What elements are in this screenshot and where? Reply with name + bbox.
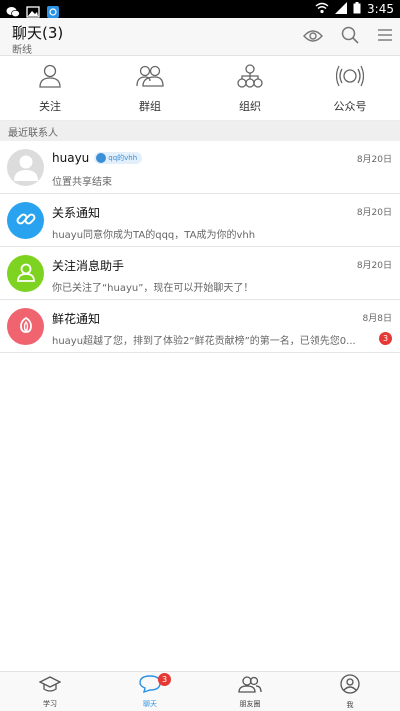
conversation-date: 8月8日 (362, 314, 392, 324)
profile-icon (339, 673, 361, 698)
conversation-name: 鲜花通知 (52, 312, 101, 326)
tab-moments[interactable]: 朋友圈 (200, 672, 300, 711)
connection-status: 断线 (12, 45, 32, 56)
conversation-row[interactable]: 关系通知 8月20日 huayu同意你成为TA的qqq，TA成为你的vhh (0, 194, 400, 247)
quicknav-label: 组织 (239, 99, 261, 113)
menu-button[interactable] (374, 26, 396, 48)
conversation-preview: huayu同意你成为TA的qqq，TA成为你的vhh (52, 230, 256, 241)
avatar (7, 202, 44, 239)
graduation-cap-icon (38, 675, 62, 697)
conversation-list: huayu qq的vhh 8月20日 位置共享结束 关系通知 8月20日 hua… (0, 141, 400, 353)
status-bar: 3:45 (0, 0, 400, 18)
friends-icon (238, 675, 262, 697)
conversation-name: 关注消息助手 (52, 259, 125, 273)
wechat-icon (6, 3, 20, 18)
tab-me[interactable]: 我 (300, 672, 400, 711)
search-icon (341, 26, 359, 48)
conversation-date: 8月20日 (356, 155, 392, 165)
avatar (7, 149, 44, 186)
page-title: 聊天(3) (12, 24, 64, 42)
conversation-preview: 位置共享结束 (52, 177, 112, 188)
signal-icon (335, 1, 348, 17)
tab-label: 朋友圈 (239, 699, 261, 708)
conversation-name: huayu qq的vhh (52, 151, 143, 165)
battery-icon (353, 1, 361, 17)
tab-label: 我 (346, 700, 354, 709)
app-header: 聊天(3) 断线 (0, 18, 400, 56)
app-notification-icon (46, 3, 60, 18)
relation-tag: qq的vhh (94, 152, 143, 164)
eye-icon (303, 28, 323, 47)
conversation-row[interactable]: huayu qq的vhh 8月20日 位置共享结束 (0, 141, 400, 194)
verified-icon (96, 153, 107, 163)
conversation-preview: huayu超越了您，排到了体验2“鲜花贡献榜”的第一名，已领先您0... (52, 336, 356, 347)
link-icon (16, 209, 36, 233)
quicknav-official-accounts[interactable]: 公众号 (300, 57, 400, 120)
quicknav-organization[interactable]: 组织 (200, 57, 300, 120)
quicknav-follow[interactable]: 关注 (0, 57, 100, 120)
quicknav-label: 群组 (139, 99, 161, 113)
conversation-preview: 你已关注了“huayu”，现在可以开始聊天了！ (52, 283, 254, 294)
conversation-name: 关系通知 (52, 206, 101, 220)
section-label: 最近联系人 (0, 121, 400, 141)
tab-chat[interactable]: 聊天 3 (100, 672, 200, 711)
wifi-icon (315, 2, 329, 17)
quick-nav: 关注 群组 组织 公众号 (0, 57, 400, 121)
quicknav-label: 关注 (39, 99, 61, 113)
eye-button[interactable] (302, 26, 324, 48)
contact-name: huayu (52, 151, 90, 165)
unread-badge: 3 (379, 332, 392, 345)
person-icon (16, 262, 36, 286)
tab-label: 聊天 (143, 699, 157, 708)
avatar (7, 308, 44, 345)
tab-unread-badge: 3 (158, 673, 171, 686)
conversation-date: 8月20日 (356, 208, 392, 218)
group-icon (136, 64, 164, 92)
flower-icon (16, 315, 36, 339)
relation-tag-label: qq的vhh (108, 154, 138, 162)
default-avatar-icon (11, 151, 41, 185)
org-icon (237, 63, 263, 92)
avatar (7, 255, 44, 292)
tab-label: 学习 (43, 699, 57, 708)
search-button[interactable] (339, 26, 361, 48)
quicknav-label: 公众号 (333, 99, 367, 113)
broadcast-icon (335, 64, 365, 92)
status-time: 3:45 (367, 2, 394, 16)
conversation-row[interactable]: 关注消息助手 8月20日 你已关注了“huayu”，现在可以开始聊天了！ (0, 247, 400, 300)
quicknav-groups[interactable]: 群组 (100, 57, 200, 120)
conversation-date: 8月20日 (356, 261, 392, 271)
menu-icon (377, 27, 393, 47)
person-icon (39, 64, 61, 92)
bottom-tab-bar: 学习 聊天 3 朋友圈 我 (0, 671, 400, 711)
conversation-row[interactable]: 鲜花通知 8月8日 huayu超越了您，排到了体验2“鲜花贡献榜”的第一名，已领… (0, 300, 400, 353)
image-icon (26, 3, 40, 18)
tab-study[interactable]: 学习 (0, 672, 100, 711)
